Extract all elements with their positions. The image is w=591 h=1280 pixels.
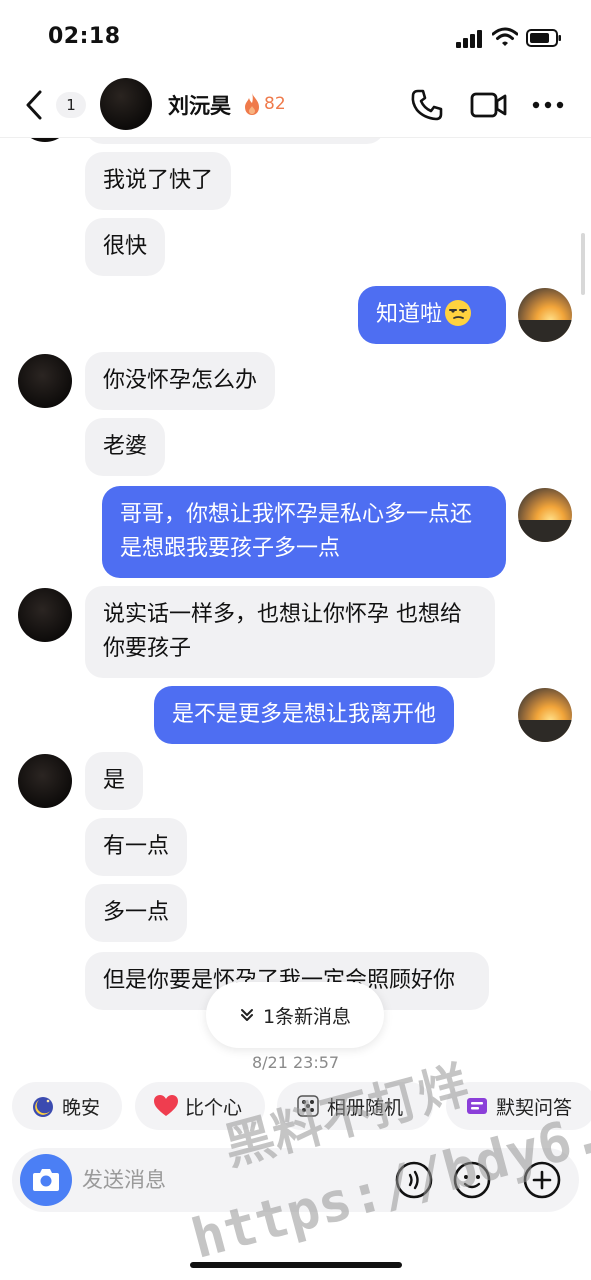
message-text: 知道啦 — [376, 302, 443, 327]
quiz-card-icon — [467, 1098, 487, 1114]
my-avatar[interactable] — [518, 688, 572, 742]
contact-avatar-small[interactable] — [18, 588, 72, 642]
emoji-icon[interactable] — [452, 1160, 492, 1200]
video-call-icon[interactable] — [470, 90, 508, 120]
cellular-signal-icon — [456, 30, 482, 48]
message-bubble-incoming[interactable]: 是 — [85, 752, 144, 810]
contact-avatar-small[interactable] — [18, 754, 72, 808]
chip-label: 晚安 — [62, 1096, 101, 1119]
chip-label: 相册随机 — [327, 1096, 404, 1119]
phone-call-icon[interactable] — [410, 88, 444, 122]
quick-reply-quiz[interactable]: 默契问答 — [446, 1082, 591, 1130]
message-bubble-incoming[interactable]: 老婆 — [85, 418, 166, 476]
double-chevron-down-icon — [240, 1009, 253, 1021]
message-bubble-incoming[interactable]: 说实话一样多，也想让你怀孕 也想给你要孩子 — [85, 586, 495, 678]
back-arrow-icon[interactable] — [22, 88, 48, 122]
moon-night-icon — [33, 1097, 53, 1117]
my-avatar[interactable] — [518, 288, 572, 342]
plus-icon[interactable] — [522, 1160, 562, 1200]
quick-reply-goodnight[interactable]: 晚安 — [12, 1082, 122, 1130]
message-bubble-incoming[interactable]: 有一点 — [85, 818, 188, 876]
camera-icon — [33, 1169, 59, 1191]
new-messages-button[interactable]: 1条新消息 — [206, 982, 384, 1048]
battery-icon — [526, 29, 561, 47]
contact-avatar[interactable] — [100, 78, 152, 130]
home-indicator[interactable] — [190, 1262, 402, 1268]
message-bubble-outgoing[interactable]: 哥哥，你想让我怀孕是私心多一点还是想跟我要孩子多一点 — [102, 486, 506, 578]
new-messages-label: 1条新消息 — [262, 1005, 352, 1028]
chat-header: 1 刘沅昊 82 — [0, 72, 591, 138]
dice-icon — [297, 1095, 319, 1117]
status-time: 02:18 — [48, 24, 121, 49]
message-bubble-incoming[interactable]: 很快 — [85, 218, 166, 276]
quick-reply-random-album[interactable]: 相册随机 — [277, 1082, 433, 1130]
contact-avatar-small[interactable] — [18, 138, 72, 142]
smirk-face-icon — [445, 300, 472, 326]
message-input-bar — [12, 1148, 579, 1212]
contact-avatar-small[interactable] — [18, 354, 72, 408]
message-bubble-outgoing[interactable]: 知道啦 — [358, 286, 506, 344]
message-bubble-outgoing[interactable]: 是不是更多是想让我离开他 — [154, 686, 455, 744]
voice-message-icon[interactable] — [394, 1160, 434, 1200]
fire-streak-icon — [245, 93, 259, 115]
message-bubble-incoming[interactable] — [85, 138, 385, 144]
chip-label: 比个心 — [185, 1096, 243, 1119]
chip-label: 默契问答 — [496, 1096, 573, 1119]
heart-icon — [154, 1095, 178, 1116]
unread-count-badge[interactable]: 1 — [56, 92, 86, 118]
message-input[interactable] — [82, 1162, 382, 1198]
wifi-icon — [492, 27, 518, 46]
camera-button[interactable] — [20, 1154, 72, 1206]
message-bubble-incoming[interactable]: 我说了快了 — [85, 152, 232, 210]
message-bubble-incoming[interactable]: 多一点 — [85, 884, 188, 942]
message-bubble-incoming[interactable]: 你没怀孕怎么办 — [85, 352, 276, 410]
more-options-icon[interactable] — [532, 100, 564, 110]
quick-reply-bar: 晚安 比个心 相册随机 默契问答 — [0, 1082, 591, 1132]
status-bar: 02:18 — [0, 0, 591, 72]
message-timestamp: 8/21 23:57 — [251, 1053, 340, 1072]
contact-name[interactable]: 刘沅昊 — [168, 90, 231, 120]
scrollbar[interactable] — [581, 233, 585, 295]
quick-reply-heart[interactable]: 比个心 — [135, 1082, 265, 1130]
streak-count: 82 — [264, 94, 286, 114]
chat-message-list[interactable]: 我说了快了 很快 知道啦 你没怀孕怎么办 老婆 哥哥，你想让我怀孕是私心多一点还… — [0, 138, 591, 1080]
my-avatar[interactable] — [518, 488, 572, 542]
